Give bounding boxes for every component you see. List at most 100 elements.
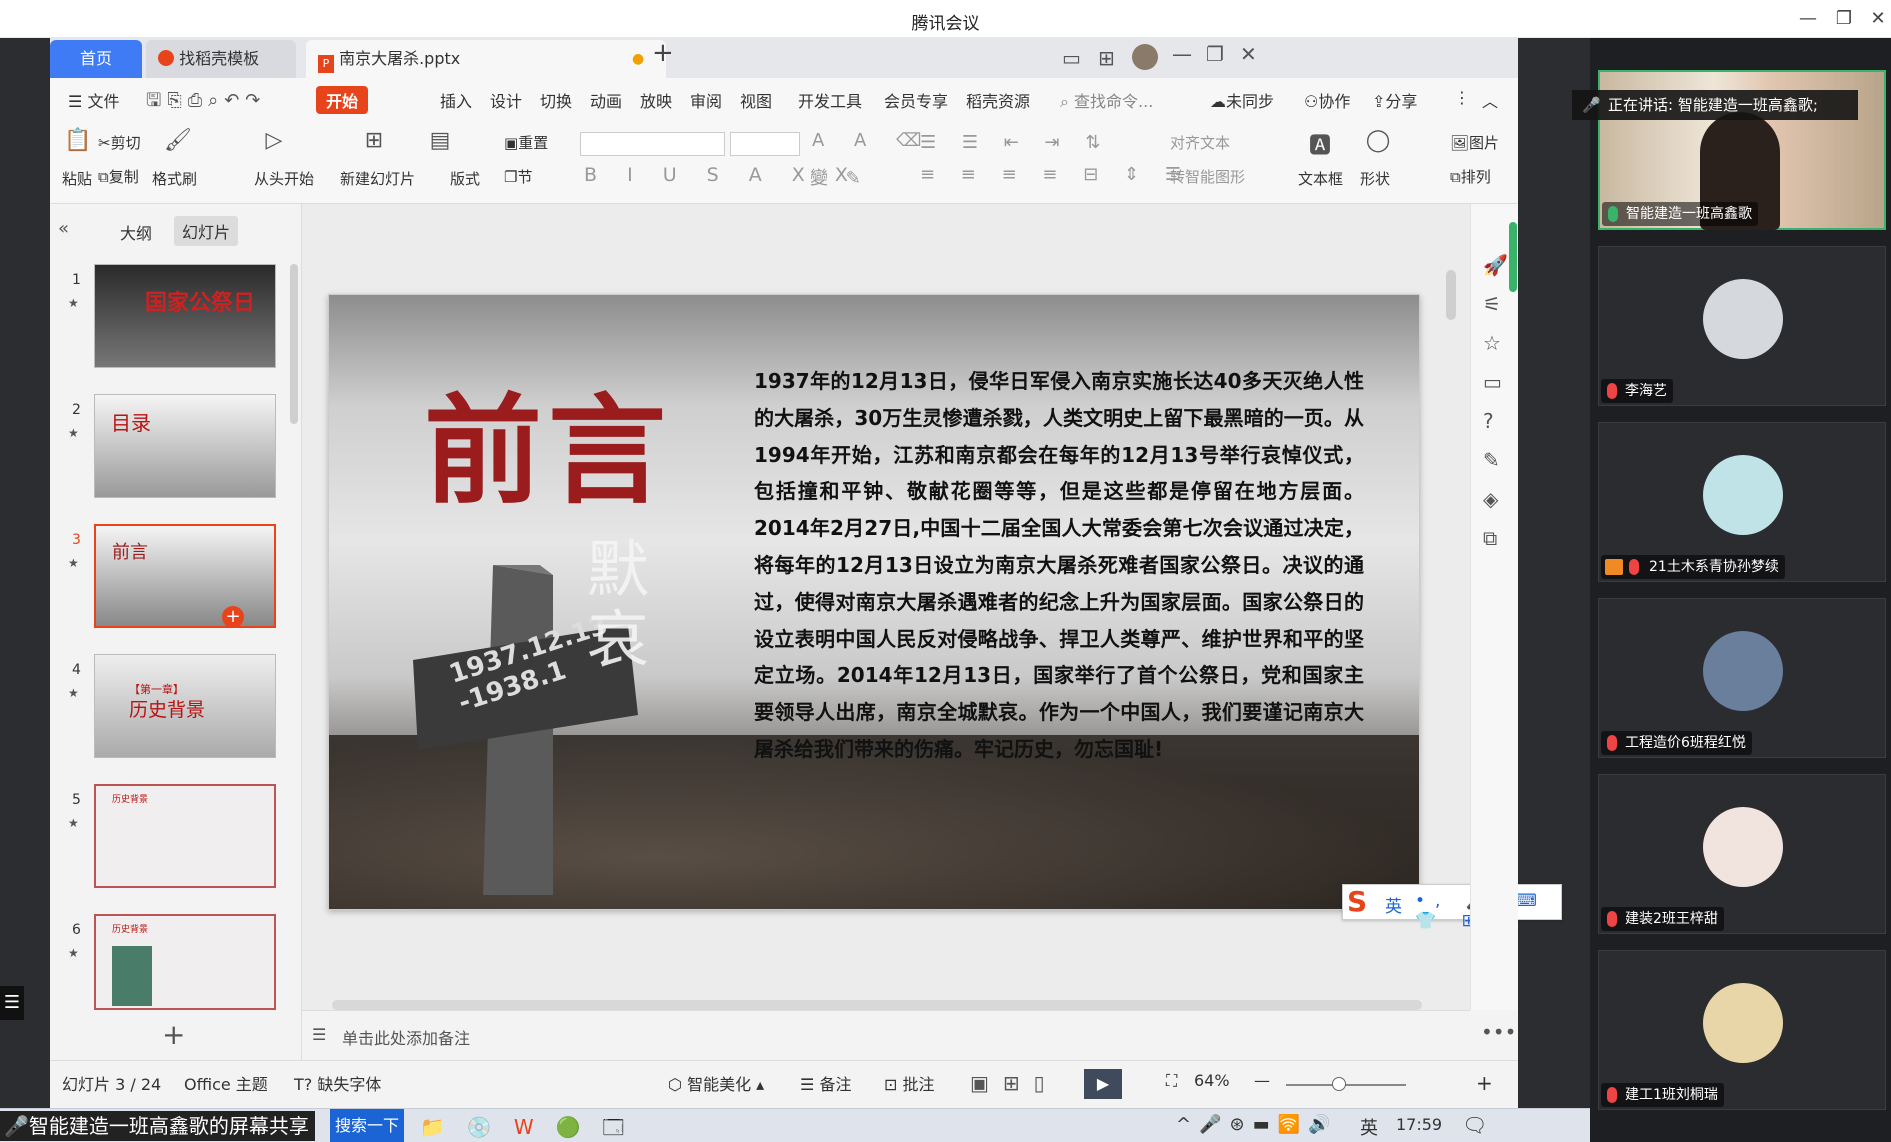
close-icon[interactable]: ✕ [1864,6,1891,32]
canvas-vscroll[interactable] [1444,220,1458,1000]
thumbnail-4[interactable]: 【第一章】 历史背景 [94,654,276,758]
user-avatar[interactable] [1132,44,1158,70]
format-painter-button[interactable]: 格式刷 [152,168,197,189]
tab-design[interactable]: 设计 [490,88,522,112]
arrange-button[interactable]: ⧉排列 [1450,166,1491,187]
picture-button[interactable]: 🖼图片 [1450,132,1499,153]
tab-transition[interactable]: 切换 [540,88,572,112]
new-slide-button[interactable]: 新建幻灯片 [340,168,415,189]
menu-icon[interactable]: ☰ [0,986,24,1020]
missing-font-button[interactable]: T? 缺失字体 [294,1071,381,1095]
section-button[interactable]: ❐节 [504,166,532,187]
wps-minimize-icon[interactable]: — [1172,42,1192,66]
tab-animation[interactable]: 动画 [590,88,622,112]
tab-home[interactable]: 首页 [50,40,142,78]
comments-button[interactable]: ⊡ 批注 [884,1071,935,1095]
taskbar-search[interactable]: 搜索一下 [330,1109,404,1142]
notification-icon[interactable]: 🗨 [1462,1113,1487,1137]
notes-toggle-button[interactable]: ☰ 备注 [800,1071,851,1095]
paste-button[interactable]: 粘贴 [62,168,92,189]
more-dots-icon[interactable]: ••• [1481,1020,1516,1044]
textbox-icon[interactable]: 🅰 [1300,128,1340,160]
shape-icon[interactable]: ◯ [1358,128,1398,153]
theme-name[interactable]: Office 主题 [184,1071,268,1095]
participant-tile[interactable]: 建工1班刘桐瑞 [1598,950,1886,1110]
thumbnail-5[interactable]: 历史背景 [94,784,276,888]
cut-button[interactable]: ✂剪切 [98,132,141,153]
align-text-button[interactable]: 对齐文本 [1170,132,1230,153]
slide-3[interactable]: 前言 1937.12.13 -1938.1 默哀 1937年的12月13日，侵华… [328,294,1420,910]
more-icon[interactable]: ⋮ [1454,88,1470,107]
participant-tile[interactable]: 建装2班王梓甜 [1598,774,1886,934]
tab-template[interactable]: 找稻壳模板 [146,40,296,78]
paragraph-align-icons[interactable]: ≡ ≡ ≡ ≡ ⊟ ⇕ ☰ [920,164,1191,185]
font-size-select[interactable] [730,132,800,156]
share-button[interactable]: ⇪分享 [1372,88,1417,112]
collapse-ribbon-icon[interactable]: ︿ [1482,88,1498,112]
zoom-slider-handle[interactable] [1332,1077,1346,1091]
list-icons[interactable]: ☰ ☰ ⇤ ⇥ ⇅ [920,132,1110,153]
format-painter-icon[interactable]: 🖌 [158,128,198,153]
view-mode-icons[interactable]: ▣⊞▯ [970,1071,1059,1095]
quick-access-icons[interactable]: 🖫⎘⎙⌕↶↷ [146,88,266,118]
tray-ime[interactable]: 英 [1360,1114,1378,1140]
zoom-level[interactable]: 64% [1194,1071,1230,1090]
paste-icon[interactable]: 📋 [58,128,98,153]
layout-button[interactable]: 版式 [450,168,480,189]
shape-button[interactable]: 形状 [1360,168,1390,189]
thumbnail-6[interactable]: 历史背景 [94,914,276,1010]
wps-restore-icon[interactable]: ❐ [1206,42,1224,66]
grid-apps-icon[interactable]: ⊞ [1098,46,1115,70]
restore-icon[interactable]: ❐ [1830,6,1858,32]
reset-button[interactable]: ▣重置 [504,132,548,153]
tab-slideshow[interactable]: 放映 [640,88,672,112]
play-button[interactable]: ▶ [1084,1069,1122,1099]
tab-review[interactable]: 审阅 [690,88,722,112]
char-format-icons[interactable]: 變 ✎ [810,164,867,190]
zoom-out-icon[interactable]: — [1254,1071,1270,1090]
notes-area[interactable]: ☰ 单击此处添加备注 [302,1010,1470,1060]
tab-member[interactable]: 会员专享 [884,88,948,112]
copy-button[interactable]: ⧉复制 [98,166,139,187]
wps-close-icon[interactable]: ✕ [1240,42,1257,66]
font-family-select[interactable] [580,132,725,156]
tray-icons[interactable]: ^🎤⊛▬🛜🔊 [1176,1114,1338,1135]
new-tab-icon[interactable]: + [652,38,674,68]
ime-toolbar[interactable]: S 英 •, 🎤 ⌨ 👕 ⊞ [1342,884,1562,931]
canvas-hscroll[interactable] [332,1000,1422,1010]
canvas-vscroll-thumb[interactable] [1446,270,1456,320]
panel-scrollbar[interactable] [290,264,298,424]
side-scroll-indicator[interactable] [1509,222,1517,292]
tab-developer[interactable]: 开发工具 [798,88,862,112]
new-slide-icon[interactable]: ⊞ [354,128,394,153]
tab-pptx[interactable]: P 南京大屠杀.pptx ● [306,40,666,78]
ime-lang[interactable]: 英 [1385,892,1402,917]
thumbnail-1[interactable]: 国家公祭日 [94,264,276,368]
tab-start[interactable]: 开始 [316,86,369,114]
play-from-start-icon[interactable]: ▷ [254,128,294,153]
layout-switch-icon[interactable]: ▭ [1062,46,1081,70]
participant-tile[interactable]: 工程造价6班程红悦 [1598,598,1886,758]
thumbnail-3-selected[interactable]: 前言 + [94,524,276,628]
tab-file[interactable]: ☰ 文件 [68,88,119,112]
layout-icon[interactable]: ▤ [420,128,460,153]
participant-tile[interactable]: 21土木系青协孙梦续 [1598,422,1886,582]
add-slide-bottom-icon[interactable]: + [162,1018,185,1051]
minimize-icon[interactable]: — [1794,6,1822,32]
zoom-in-icon[interactable]: + [1476,1071,1493,1095]
sync-status[interactable]: ☁未同步 [1210,88,1274,112]
collapse-panel-icon[interactable]: « [58,218,69,239]
from-start-button[interactable]: 从头开始 [254,168,314,189]
tab-slides[interactable]: 幻灯片 [174,216,239,246]
tab-view[interactable]: 视图 [740,88,772,112]
participant-tile[interactable]: 李海艺 [1598,246,1886,406]
tab-docer[interactable]: 稻壳资源 [966,88,1030,112]
zoom-slider[interactable] [1286,1084,1406,1086]
smart-beautify-button[interactable]: ⬡ 智能美化 ▴ [668,1071,764,1095]
thumbnail-2[interactable]: 目录 [94,394,276,498]
add-slide-icon[interactable]: + [222,606,244,626]
fit-window-icon[interactable]: ⛶ [1166,1071,1177,1091]
tab-outline[interactable]: 大纲 [120,220,152,244]
textbox-button[interactable]: 文本框 [1298,168,1343,189]
taskbar-app-icons[interactable]: 📁💿W🟢🗔 [420,1113,646,1142]
